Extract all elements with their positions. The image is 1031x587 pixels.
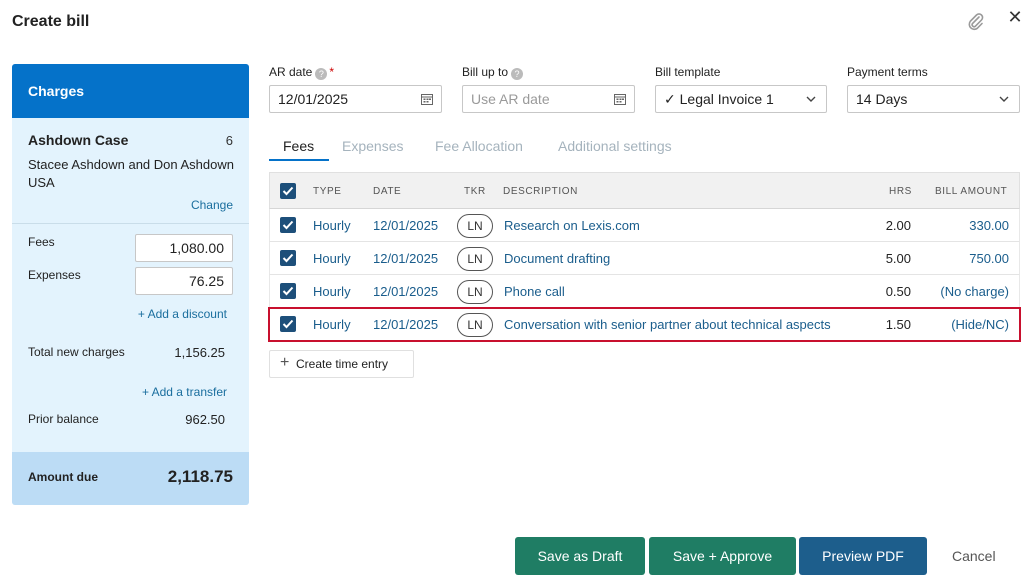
check-icon: ✓ [664, 91, 676, 107]
col-bill-amount[interactable]: BILL AMOUNT [935, 186, 1007, 197]
calendar-icon[interactable] [421, 93, 433, 105]
prior-balance-label: Prior balance [28, 412, 99, 426]
col-description[interactable]: DESCRIPTION [503, 186, 578, 197]
total-new-charges-value: 1,156.25 [174, 345, 225, 360]
select-all-checkbox[interactable] [280, 183, 296, 199]
row-bill-amount[interactable]: (No charge) [940, 284, 1009, 299]
paperclip-icon[interactable] [966, 12, 986, 32]
row-hours: 5.00 [885, 251, 911, 266]
case-name: Ashdown Case [28, 132, 129, 148]
row-checkbox[interactable] [280, 283, 296, 299]
client-name: Stacee Ashdown and Don Ashdown [28, 157, 234, 172]
row-bill-amount[interactable]: (Hide/NC) [951, 317, 1009, 332]
row-date: 12/01/2025 [373, 317, 439, 332]
help-icon[interactable]: ? [315, 68, 328, 80]
table-row[interactable]: Hourly 12/01/2025 LN Phone call 0.50 (No… [269, 275, 1020, 308]
save-as-draft-button[interactable]: Save as Draft [515, 537, 645, 575]
expenses-label: Expenses [28, 268, 81, 282]
fees-input[interactable] [135, 234, 233, 262]
amount-due-label: Amount due [28, 470, 98, 484]
tab-additional-settings[interactable]: Additional settings [558, 138, 672, 154]
row-type: Hourly [313, 284, 351, 299]
row-bill-amount[interactable]: 330.00 [969, 218, 1009, 233]
row-hours: 1.50 [885, 317, 911, 332]
total-new-charges-label: Total new charges [28, 345, 125, 359]
change-link[interactable]: Change [191, 198, 233, 212]
add-discount-link[interactable]: + Add a discount [138, 307, 227, 321]
bill-template-select[interactable]: ✓ Legal Invoice 1 [655, 85, 827, 113]
calendar-icon[interactable] [614, 93, 626, 105]
timekeeper-badge: LN [457, 247, 493, 271]
ar-date-label: AR date? * [269, 65, 335, 80]
row-date: 12/01/2025 [373, 284, 439, 299]
plus-icon: + [280, 354, 290, 371]
row-checkbox[interactable] [280, 217, 296, 233]
row-hours: 0.50 [885, 284, 911, 299]
bill-up-to-label: Bill up to? [462, 65, 524, 80]
chevron-down-icon [999, 96, 1009, 102]
tab-expenses[interactable]: Expenses [342, 138, 403, 154]
client-country: USA [28, 175, 55, 190]
cancel-button[interactable]: Cancel [952, 548, 996, 564]
save-approve-button[interactable]: Save + Approve [649, 537, 796, 575]
fees-table: TYPE DATE TKR DESCRIPTION HRS BILL AMOUN… [268, 172, 1021, 342]
timekeeper-badge: LN [457, 280, 493, 304]
bill-template-label: Bill template [655, 65, 721, 79]
active-tab-indicator [269, 159, 329, 161]
required-asterisk: * [329, 65, 335, 79]
table-row-highlighted[interactable]: Hourly 12/01/2025 LN Conversation with s… [268, 307, 1021, 342]
charges-header: Charges [12, 64, 249, 118]
col-type[interactable]: TYPE [313, 186, 342, 197]
expenses-input[interactable] [135, 267, 233, 295]
add-transfer-link[interactable]: + Add a transfer [142, 385, 227, 399]
row-type: Hourly [313, 251, 351, 266]
table-row[interactable]: Hourly 12/01/2025 LN Document drafting 5… [269, 242, 1020, 275]
close-icon[interactable]: ✕ [1006, 8, 1024, 26]
row-hours: 2.00 [885, 218, 911, 233]
tab-fees[interactable]: Fees [283, 138, 314, 154]
ar-date-field[interactable]: 12/01/2025 [269, 85, 442, 113]
preview-pdf-button[interactable]: Preview PDF [799, 537, 927, 575]
col-tkr[interactable]: TKR [464, 186, 486, 197]
row-checkbox[interactable] [280, 250, 296, 266]
row-type: Hourly [313, 317, 351, 332]
row-date: 12/01/2025 [373, 218, 439, 233]
row-date: 12/01/2025 [373, 251, 439, 266]
fees-label: Fees [28, 235, 55, 249]
row-description[interactable]: Research on Lexis.com [504, 218, 854, 233]
payment-terms-label: Payment terms [847, 65, 928, 79]
payment-terms-select[interactable]: 14 Days [847, 85, 1020, 113]
prior-balance-value: 962.50 [185, 412, 225, 427]
row-description[interactable]: Conversation with senior partner about t… [504, 317, 854, 332]
case-summary: Ashdown Case 6 Stacee Ashdown and Don As… [12, 118, 249, 224]
help-icon[interactable]: ? [511, 68, 524, 80]
row-bill-amount[interactable]: 750.00 [969, 251, 1009, 266]
charges-panel: Charges Ashdown Case 6 Stacee Ashdown an… [12, 64, 249, 505]
case-count: 6 [225, 133, 233, 148]
table-header: TYPE DATE TKR DESCRIPTION HRS BILL AMOUN… [269, 172, 1020, 209]
col-date[interactable]: DATE [373, 186, 401, 197]
table-row[interactable]: Hourly 12/01/2025 LN Research on Lexis.c… [269, 209, 1020, 242]
row-type: Hourly [313, 218, 351, 233]
dialog-title: Create bill [12, 13, 90, 30]
chevron-down-icon [806, 96, 816, 102]
tab-fee-allocation[interactable]: Fee Allocation [435, 138, 523, 154]
timekeeper-badge: LN [457, 214, 493, 238]
row-description[interactable]: Phone call [504, 284, 854, 299]
amount-due-value: 2,118.75 [167, 467, 233, 486]
row-checkbox[interactable] [280, 316, 296, 332]
col-hrs[interactable]: HRS [889, 186, 912, 197]
row-description[interactable]: Document drafting [504, 251, 854, 266]
timekeeper-badge: LN [457, 313, 493, 337]
amount-due-bar: Amount due 2,118.75 [12, 452, 249, 505]
create-time-entry-button[interactable]: + Create time entry [269, 350, 414, 378]
bill-up-to-field[interactable]: Use AR date [462, 85, 635, 113]
